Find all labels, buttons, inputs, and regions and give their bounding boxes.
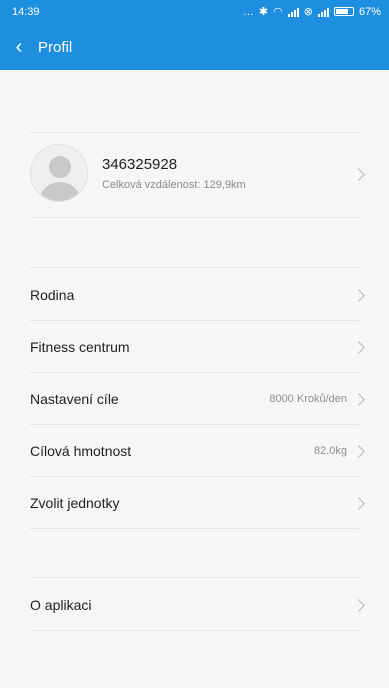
divider bbox=[30, 476, 359, 477]
menu-item-nastaveni-cile[interactable]: Nastavení cíle 8000 Kroků/den bbox=[0, 374, 389, 424]
signal-icon-2 bbox=[317, 7, 329, 17]
chevron-right-icon bbox=[352, 599, 365, 612]
menu-item-fitness-centrum[interactable]: Fitness centrum bbox=[0, 322, 389, 372]
status-time: 14:39 bbox=[12, 6, 40, 18]
menu-item-o-aplikaci[interactable]: O aplikaci bbox=[0, 580, 389, 630]
menu-item-label: Cílová hmotnost bbox=[30, 443, 132, 459]
back-arrow-icon: ‹ bbox=[15, 35, 23, 58]
target-weight-value: 82.0kg bbox=[313, 445, 347, 457]
menu-item-label: Rodina bbox=[30, 287, 75, 303]
status-bar: 14:39 … ✱ ◠ ⊗ 67% bbox=[0, 0, 389, 24]
divider bbox=[30, 320, 359, 321]
wifi-icon: ◠ bbox=[273, 6, 283, 18]
menu-item-label: Fitness centrum bbox=[30, 339, 130, 355]
app-bar: ‹ Profil bbox=[0, 24, 389, 70]
avatar-placeholder-icon bbox=[39, 156, 81, 201]
menu-item-label: Zvolit jednotky bbox=[30, 495, 120, 511]
divider bbox=[30, 372, 359, 373]
divider bbox=[30, 528, 359, 529]
menu-item-rodina[interactable]: Rodina bbox=[0, 270, 389, 320]
chevron-right-icon bbox=[352, 445, 365, 458]
menu-item-label: Nastavení cíle bbox=[30, 391, 119, 407]
divider bbox=[30, 630, 359, 631]
chevron-right-icon bbox=[352, 497, 365, 510]
back-button[interactable]: ‹ bbox=[0, 24, 38, 70]
chevron-right-icon bbox=[352, 393, 365, 406]
divider bbox=[30, 424, 359, 425]
divider bbox=[30, 217, 359, 218]
profile-card[interactable]: 346325928 Celková vzdálenost: 129,9km bbox=[0, 133, 389, 217]
bluetooth-icon: ✱ bbox=[258, 6, 269, 18]
page-title: Profil bbox=[38, 38, 73, 56]
profile-id: 346325928 bbox=[102, 156, 178, 173]
battery-percent: 67% bbox=[358, 5, 381, 18]
goal-steps-value: 8000 Kroků/den bbox=[269, 393, 347, 405]
menu-item-cilova-hmotnost[interactable]: Cílová hmotnost 82.0kg bbox=[0, 426, 389, 476]
profile-total-distance: Celková vzdálenost: 129,9km bbox=[102, 179, 246, 191]
avatar bbox=[30, 144, 88, 202]
chevron-right-icon bbox=[352, 289, 365, 302]
divider bbox=[30, 577, 359, 578]
signal-icon bbox=[287, 7, 299, 17]
status-icons: … ✱ ◠ ⊗ 67% bbox=[242, 5, 381, 19]
battery-icon bbox=[333, 7, 354, 16]
menu-item-zvolit-jednotky[interactable]: Zvolit jednotky bbox=[0, 478, 389, 528]
chevron-right-icon bbox=[352, 168, 365, 181]
divider bbox=[30, 267, 359, 268]
alarm-icon: ⊗ bbox=[303, 6, 313, 18]
more-notifications-icon: … bbox=[242, 5, 254, 18]
chevron-right-icon bbox=[352, 341, 365, 354]
menu-item-label: O aplikaci bbox=[30, 597, 92, 613]
